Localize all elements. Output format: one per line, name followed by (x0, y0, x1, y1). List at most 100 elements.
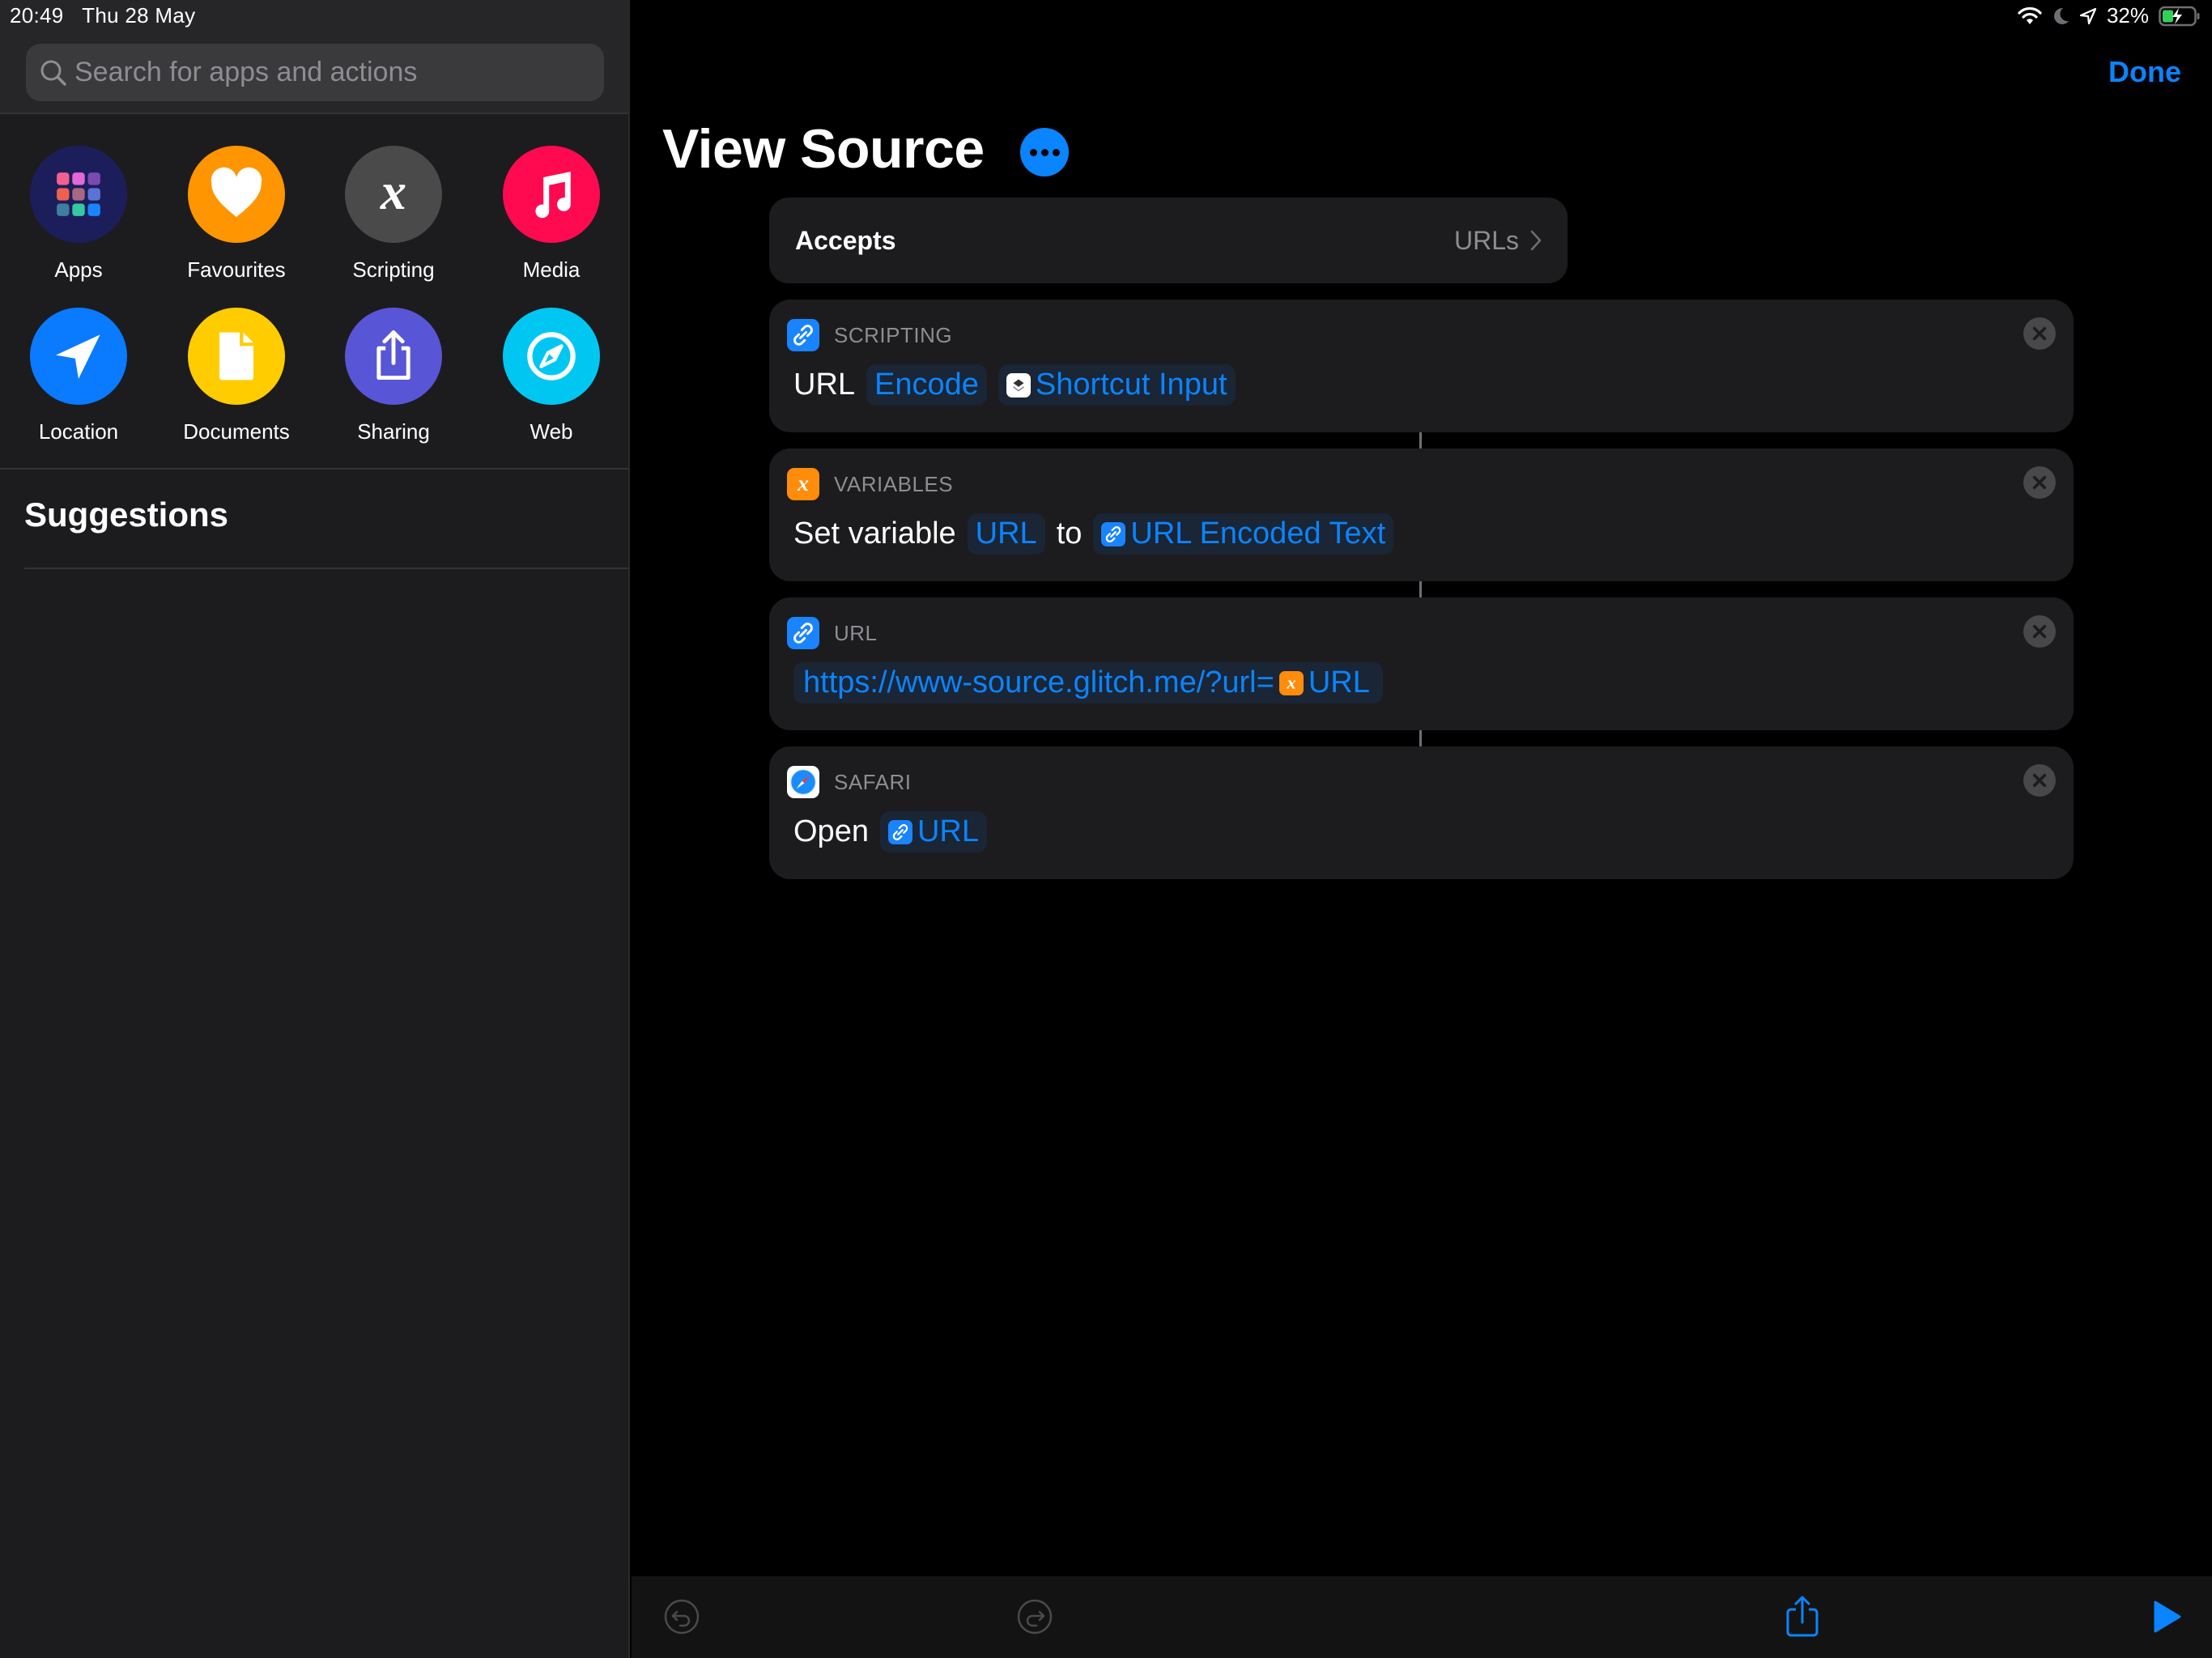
play-icon (2154, 1601, 2181, 1633)
ellipsis-dot (1040, 148, 1049, 156)
shortcut-title: View Source (662, 118, 985, 180)
action-header: SAFARI (787, 766, 911, 798)
close-icon (2032, 475, 2047, 490)
category-sharing[interactable]: Sharing (315, 308, 472, 444)
action-connector (1419, 432, 1422, 450)
category-icon-circle: x (345, 146, 442, 243)
category-favourites[interactable]: Favourites (158, 146, 315, 283)
sidebar-header: 20:49 Thu 28 May (0, 0, 628, 114)
battery-charging-icon (2159, 6, 2200, 26)
link-icon (787, 319, 819, 351)
status-date: Thu 28 May (82, 3, 196, 28)
category-icon-circle (503, 146, 600, 243)
action-category: SAFARI (834, 769, 912, 794)
category-icon-circle (188, 146, 285, 243)
category-icon-circle (345, 308, 442, 405)
action-body: Set variable URL to URL Encoded Text (793, 513, 1394, 555)
remove-action-button[interactable] (2023, 317, 2056, 350)
ellipsis-dot (1052, 148, 1060, 156)
variable-token[interactable]: x URL (1275, 665, 1375, 700)
action-category: URL (834, 620, 878, 645)
action-text: URL (793, 368, 856, 402)
safari-icon (787, 766, 819, 798)
category-documents[interactable]: Documents (158, 308, 315, 444)
remove-action-button[interactable] (2023, 764, 2056, 797)
search-input[interactable] (74, 57, 593, 88)
action-header: URL (787, 617, 878, 649)
token-label: URL Encoded Text (1130, 517, 1386, 551)
parameter-token[interactable]: URL (879, 811, 987, 852)
action-text: Set variable (793, 517, 956, 551)
category-icon-circle (503, 308, 600, 405)
category-label: Apps (54, 257, 103, 282)
accepts-value: URLs (1453, 225, 1519, 255)
action-card-variables[interactable]: x VARIABLES Set variable URL to URL Encoded T… (769, 449, 2074, 581)
wifi-icon (2018, 6, 2042, 24)
ellipsis-icon (1029, 148, 1037, 156)
remove-action-button[interactable] (2023, 615, 2056, 648)
token-label: URL (917, 814, 979, 848)
link-icon (887, 819, 912, 844)
variable-label: URL (1308, 665, 1370, 699)
action-card-url[interactable]: URL https://www-source.glitch.me/?url= x UR… (769, 597, 2074, 730)
parameter-token[interactable]: URL (967, 513, 1045, 555)
url-field[interactable]: https://www-source.glitch.me/?url= x URL (793, 662, 1383, 704)
run-button[interactable] (2144, 1594, 2189, 1639)
editor-toolbar (632, 1576, 2212, 1658)
undo-button[interactable] (659, 1594, 704, 1639)
variable-x-icon: x (787, 468, 819, 500)
link-icon (787, 617, 819, 649)
accepts-row[interactable]: Accepts URLs (769, 198, 1568, 283)
category-scripting[interactable]: x Scripting (315, 146, 472, 283)
parameter-token[interactable]: URL Encoded Text (1093, 513, 1394, 555)
category-media[interactable]: Media (473, 146, 630, 283)
share-icon (376, 330, 410, 380)
heart-icon (211, 167, 262, 217)
location-arrow-icon (2079, 7, 2097, 24)
category-label: Media (522, 257, 581, 282)
close-icon (2032, 773, 2047, 788)
category-label: Location (38, 419, 119, 444)
category-location[interactable]: Location (0, 308, 157, 444)
action-card-scripting[interactable]: SCRIPTING URL Encode Shortcut Input (769, 300, 2074, 432)
shortcut-details-button[interactable] (1020, 128, 1069, 176)
action-card-safari[interactable]: SAFARI Open URL (769, 746, 2074, 879)
divider (0, 468, 628, 470)
undo-icon (664, 1599, 700, 1635)
variable-x-icon: x (380, 166, 406, 220)
close-icon (2032, 624, 2047, 639)
sidebar: 20:49 Thu 28 May Apps Favourites x Scriptin… (0, 0, 630, 1658)
parameter-token[interactable]: Encode (866, 364, 987, 406)
category-apps[interactable]: Apps (0, 146, 157, 283)
remove-action-button[interactable] (2023, 466, 2056, 499)
redo-button[interactable] (1012, 1594, 1057, 1639)
shortcuts-icon (1006, 372, 1031, 397)
category-label: Web (530, 419, 573, 444)
close-icon (2032, 326, 2047, 341)
category-web[interactable]: Web (473, 308, 630, 444)
redo-icon (1017, 1599, 1053, 1635)
chevron-right-icon (1530, 230, 1542, 251)
search-field[interactable] (26, 44, 604, 101)
parameter-token[interactable]: Shortcut Input (998, 364, 1236, 406)
action-text: Open (793, 814, 869, 848)
link-icon (1101, 521, 1126, 546)
action-body: Open URL (793, 811, 987, 852)
category-label: Scripting (352, 257, 435, 282)
action-body: https://www-source.glitch.me/?url= x URL (793, 662, 1383, 704)
category-icon-circle (188, 308, 285, 405)
category-icon-circle (30, 308, 127, 405)
action-text: to (1056, 517, 1083, 551)
category-label: Documents (183, 419, 290, 444)
accepts-value-wrap: URLs (1454, 226, 1542, 256)
category-label: Favourites (187, 257, 286, 282)
share-icon (1786, 1596, 1819, 1637)
token-label: Encode (874, 368, 979, 402)
share-button[interactable] (1780, 1594, 1825, 1639)
action-body: URL Encode Shortcut Input (793, 364, 1236, 406)
divider (24, 568, 628, 569)
svg-text:x: x (380, 166, 406, 220)
url-text: https://www-source.glitch.me/?url= (803, 665, 1274, 699)
done-button[interactable]: Done (2108, 55, 2181, 89)
action-header: SCRIPTING (787, 319, 952, 351)
